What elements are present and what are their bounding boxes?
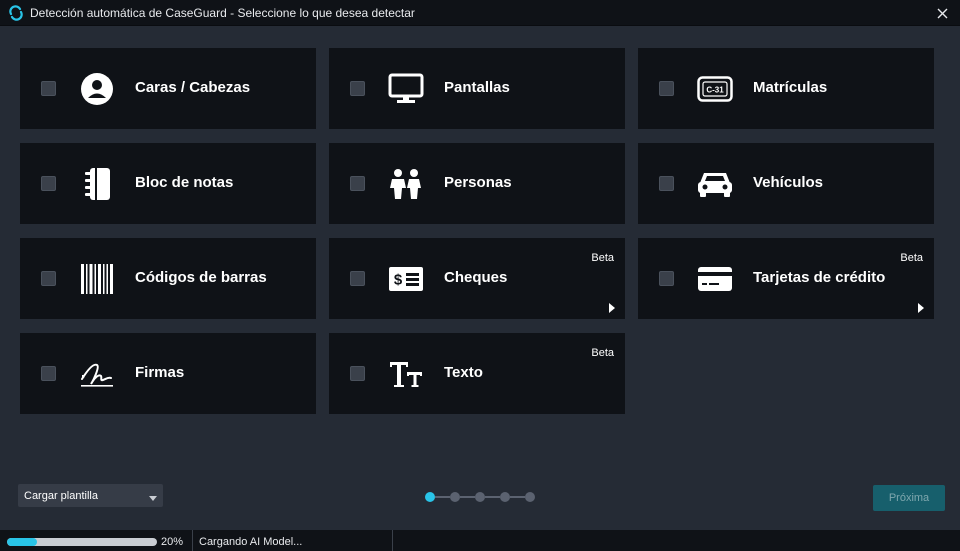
next-button[interactable]: Próxima <box>873 485 945 511</box>
option-card-license-plates[interactable]: C-31 Matrículas <box>638 48 934 129</box>
title-bar: Detección automática de CaseGuard - Sele… <box>0 0 960 26</box>
option-label: Firmas <box>135 364 185 381</box>
option-card-people[interactable]: Personas <box>329 143 625 224</box>
signatures-checkbox[interactable] <box>41 366 56 381</box>
option-label: Texto <box>444 364 483 381</box>
load-template-dropdown[interactable]: Cargar plantilla <box>18 484 163 507</box>
check-dollar-icon: $ <box>387 260 425 298</box>
page-dot-3[interactable] <box>475 492 485 502</box>
page-dot-1[interactable] <box>425 492 435 502</box>
license-plate-icon: C-31 <box>696 70 734 108</box>
option-card-screens[interactable]: Pantallas <box>329 48 625 129</box>
option-card-vehicles[interactable]: Vehículos <box>638 143 934 224</box>
notepad-icon <box>78 165 116 203</box>
progress-fill <box>7 538 37 546</box>
status-message: Cargando AI Model... <box>199 536 303 548</box>
page-dot-4[interactable] <box>500 492 510 502</box>
option-card-credit-cards[interactable]: Tarjetas de crédito Beta <box>638 238 934 319</box>
notepads-checkbox[interactable] <box>41 176 56 191</box>
option-label: Personas <box>444 174 512 191</box>
checks-checkbox[interactable] <box>350 271 365 286</box>
option-label: Códigos de barras <box>135 269 267 286</box>
text-checkbox[interactable] <box>350 366 365 381</box>
barcodes-checkbox[interactable] <box>41 271 56 286</box>
beta-badge: Beta <box>591 347 614 359</box>
page-dot-2[interactable] <box>450 492 460 502</box>
window-title: Detección automática de CaseGuard - Sele… <box>30 5 415 20</box>
option-label: Pantallas <box>444 79 510 96</box>
caseguard-logo-icon <box>8 4 24 21</box>
option-card-barcodes[interactable]: Códigos de barras <box>20 238 316 319</box>
status-bar: 20% Cargando AI Model... <box>0 530 960 551</box>
vehicles-checkbox[interactable] <box>659 176 674 191</box>
page-dot-5[interactable] <box>525 492 535 502</box>
status-divider <box>192 530 193 551</box>
page-indicator <box>425 492 535 502</box>
chevron-down-icon <box>149 492 157 504</box>
credit-card-icon <box>696 260 734 298</box>
beta-badge: Beta <box>591 252 614 264</box>
expand-arrow-icon[interactable] <box>917 300 925 313</box>
option-label: Vehículos <box>753 174 824 191</box>
license-plates-checkbox[interactable] <box>659 81 674 96</box>
progress-percent: 20% <box>161 536 184 548</box>
close-icon[interactable] <box>932 3 952 23</box>
option-card-faces[interactable]: Caras / Cabezas <box>20 48 316 129</box>
people-icon <box>387 165 425 203</box>
people-checkbox[interactable] <box>350 176 365 191</box>
option-label: Cheques <box>444 269 508 286</box>
monitor-icon <box>387 70 425 108</box>
faces-checkbox[interactable] <box>41 81 56 96</box>
option-card-text[interactable]: Texto Beta <box>329 333 625 414</box>
face-icon <box>78 70 116 108</box>
status-divider <box>392 530 393 551</box>
option-label: Bloc de notas <box>135 174 234 191</box>
credit-cards-checkbox[interactable] <box>659 271 674 286</box>
barcode-icon <box>78 260 116 298</box>
option-card-notepads[interactable]: Bloc de notas <box>20 143 316 224</box>
plate-icon-text: C-31 <box>706 86 724 95</box>
load-template-value: Cargar plantilla <box>24 489 98 502</box>
svg-text:$: $ <box>394 272 403 289</box>
page-connector <box>460 496 475 498</box>
beta-badge: Beta <box>900 252 923 264</box>
option-card-signatures[interactable]: Firmas <box>20 333 316 414</box>
signature-icon <box>78 355 116 393</box>
text-icon <box>387 355 425 393</box>
loading-progress-bar <box>7 538 157 546</box>
page-connector <box>435 496 450 498</box>
car-icon <box>696 165 734 203</box>
screens-checkbox[interactable] <box>350 81 365 96</box>
page-connector <box>485 496 500 498</box>
expand-arrow-icon[interactable] <box>608 300 616 313</box>
option-card-checks[interactable]: $ Cheques Beta <box>329 238 625 319</box>
option-label: Matrículas <box>753 79 828 96</box>
option-label: Caras / Cabezas <box>135 79 251 96</box>
option-label: Tarjetas de crédito <box>753 269 886 286</box>
page-connector <box>510 496 525 498</box>
